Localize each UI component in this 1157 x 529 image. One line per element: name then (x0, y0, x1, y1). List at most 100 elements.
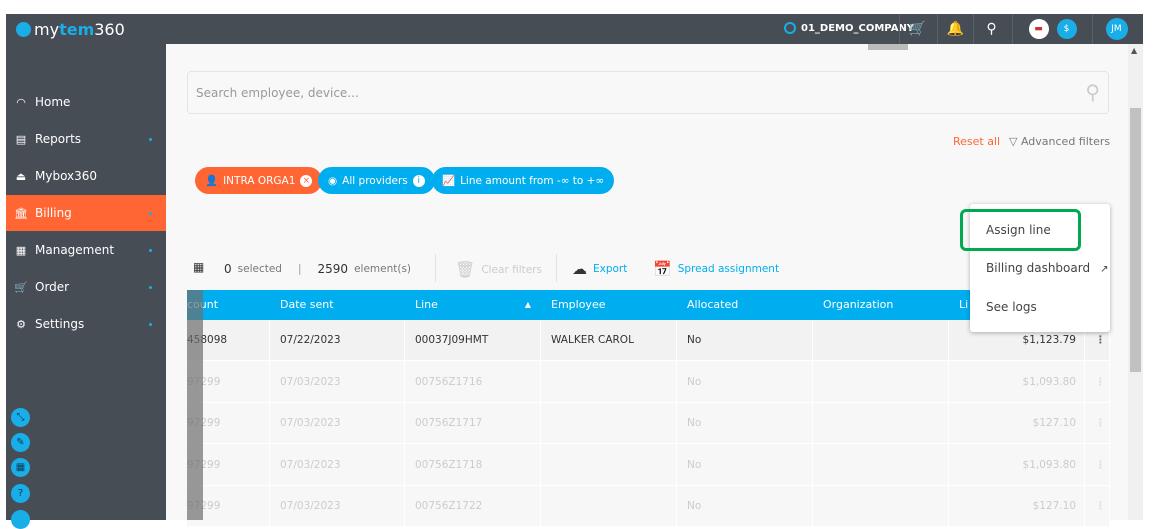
chip-organization[interactable]: 👤 INTRA ORGA1 × (195, 167, 323, 194)
table-row[interactable]: 97299 07/03/2023 00756Z1717 No $127.10 ⋮ (187, 403, 1110, 444)
search-icon[interactable]: ⚲ (973, 14, 1009, 44)
search-icon[interactable]: ⚲ (1085, 80, 1100, 104)
highlight-box (960, 209, 1081, 251)
cell-line-amount: $1,093.80 (949, 444, 1085, 486)
cell-allocated: No (677, 361, 813, 403)
user-icon: 👤 (205, 175, 219, 187)
export-button[interactable]: ☁ Export (572, 260, 627, 278)
cell-employee (541, 403, 677, 444)
cell-employee: WALKER CAROL (541, 320, 677, 361)
cell-organization (813, 403, 949, 444)
gear-icon: ⚙ (16, 317, 26, 331)
chip-line-amount[interactable]: 📈 Line amount from -∞ to +∞ (432, 167, 615, 194)
cell-date-sent: 07/03/2023 (270, 444, 405, 486)
cell-line-amount: $127.10 (949, 403, 1085, 444)
cell-employee (541, 361, 677, 403)
kebab-menu-icon[interactable]: ⋮ (1085, 444, 1110, 486)
company-icon (784, 22, 796, 34)
collapse-icon[interactable]: ⤡ (11, 408, 30, 427)
col-organization[interactable]: Organization (813, 290, 949, 320)
sort-asc-icon: ▲ (524, 300, 531, 309)
info-icon[interactable]: i (412, 174, 425, 187)
clear-filters-button[interactable]: 🗑 Clear filters (455, 260, 542, 279)
calculator-icon[interactable]: ▦ (11, 458, 30, 477)
inbox-icon: ⏏ (15, 169, 27, 183)
sidebar-item-mybox360[interactable]: ⏏ Mybox360 (6, 158, 166, 194)
frozen-column-shadow (187, 290, 203, 520)
help-icon[interactable]: ? (11, 484, 30, 503)
cell-allocated: No (677, 486, 813, 527)
cell-line: 00756Z1717 (405, 403, 541, 444)
col-allocated[interactable]: Allocated (677, 290, 813, 320)
col-line[interactable]: Line ▲ (405, 290, 541, 320)
sidebar-item-order[interactable]: 🛒 Order (6, 269, 166, 305)
cell-employee (541, 444, 677, 486)
brush-icon[interactable]: ✎ (11, 433, 30, 452)
kebab-menu-icon[interactable]: ⋮ (1085, 403, 1110, 444)
top-bar: mytem360 01_DEMO_COMPANY 🛒 🔔 ⚲ ▬ $ JM (6, 14, 1143, 44)
remove-icon[interactable]: × (300, 174, 313, 187)
sidebar-item-settings[interactable]: ⚙ Settings (6, 306, 166, 342)
logo-icon (16, 22, 31, 37)
sidebar-item-reports[interactable]: ▤ Reports (6, 121, 166, 157)
building-icon: ▦ (15, 243, 27, 257)
bell-icon[interactable]: 🔔 (937, 14, 973, 44)
grid-icon: ▦ (193, 260, 205, 274)
sidebar-item-billing[interactable]: 🏛 Billing (6, 195, 166, 231)
kebab-menu-icon[interactable]: ⋮ (1085, 361, 1110, 403)
logo[interactable]: mytem360 (16, 20, 125, 39)
flag-us-icon[interactable]: ▬ (1028, 19, 1049, 39)
chart-icon: 📈 (442, 175, 456, 187)
filter-icon: ▽ (1009, 135, 1021, 148)
cell-line: 00756Z1718 (405, 444, 541, 486)
cart-icon[interactable]: 🛒 (899, 14, 935, 44)
gauge-icon: ◠ (16, 95, 26, 109)
sidebar-item-home[interactable]: ◠ Home (6, 84, 166, 120)
chip-providers[interactable]: ◉ All providers i (318, 167, 435, 194)
cloud-download-icon: ☁ (572, 260, 587, 278)
cell-line: 00037J09HMT (405, 320, 541, 361)
table-row[interactable]: 97299 07/03/2023 00756Z1716 No $1,093.80 ⋮ (187, 361, 1110, 403)
cell-allocated: No (677, 403, 813, 444)
kebab-menu-icon[interactable]: ⋮ (1085, 486, 1110, 527)
col-employee[interactable]: Employee (541, 290, 677, 320)
scrollbar-thumb[interactable] (1130, 108, 1141, 372)
cell-employee (541, 486, 677, 527)
cell-organization (813, 320, 949, 361)
bank-icon: 🏛 (14, 206, 28, 220)
sidebar: ◠ Home ▤ Reports ⏏ Mybox360 🏛 Billing ▦ Manag… (6, 44, 166, 529)
dollar-icon[interactable]: $ (1056, 19, 1077, 39)
scroll-up-icon[interactable]: ▲ (1131, 46, 1137, 55)
cell-allocated: No (677, 444, 813, 486)
select-all-toggle[interactable]: ▦ (193, 260, 204, 274)
table-row[interactable]: 97299 07/03/2023 00756Z1722 No $127.10 ⋮ (187, 486, 1110, 527)
company-selector[interactable]: 01_DEMO_COMPANY (784, 22, 914, 34)
trash-icon: 🗑 (455, 260, 476, 279)
avatar[interactable]: JM (1105, 18, 1128, 40)
cell-organization (813, 361, 949, 403)
col-date-sent[interactable]: Date sent (270, 290, 405, 320)
cell-date-sent: 07/03/2023 (270, 403, 405, 444)
menu-item-billing-dashboard[interactable]: Billing dashboard ↗ (986, 261, 1108, 275)
reset-all-link[interactable]: Reset all (953, 135, 1000, 148)
report-icon: ▤ (15, 132, 27, 146)
cell-line: 00756Z1716 (405, 361, 541, 403)
cell-organization (813, 486, 949, 527)
external-link-icon: ↗ (1100, 264, 1109, 275)
table-row[interactable]: 97299 07/03/2023 00756Z1718 No $1,093.80 ⋮ (187, 444, 1110, 486)
cell-line-amount: $127.10 (949, 486, 1085, 527)
menu-item-see-logs[interactable]: See logs (986, 300, 1037, 314)
cell-line-amount: $1,093.80 (949, 361, 1085, 403)
sidebar-item-management[interactable]: ▦ Management (6, 232, 166, 268)
antenna-icon: ◉ (328, 174, 338, 187)
cell-allocated: No (677, 320, 813, 361)
search-input[interactable]: Search employee, device... ⚲ (187, 71, 1109, 114)
cell-organization (813, 444, 949, 486)
spread-assignment-button[interactable]: 📅 Spread assignment (653, 260, 779, 278)
advanced-filters-button[interactable]: ▽ Advanced filters (1009, 135, 1110, 148)
selected-count: 0 selected | 2590 element(s) (224, 262, 412, 276)
cell-date-sent: 07/22/2023 (270, 320, 405, 361)
cart-icon: 🛒 (14, 280, 28, 294)
calendar-icon: 📅 (653, 260, 672, 278)
cell-date-sent: 07/03/2023 (270, 361, 405, 403)
